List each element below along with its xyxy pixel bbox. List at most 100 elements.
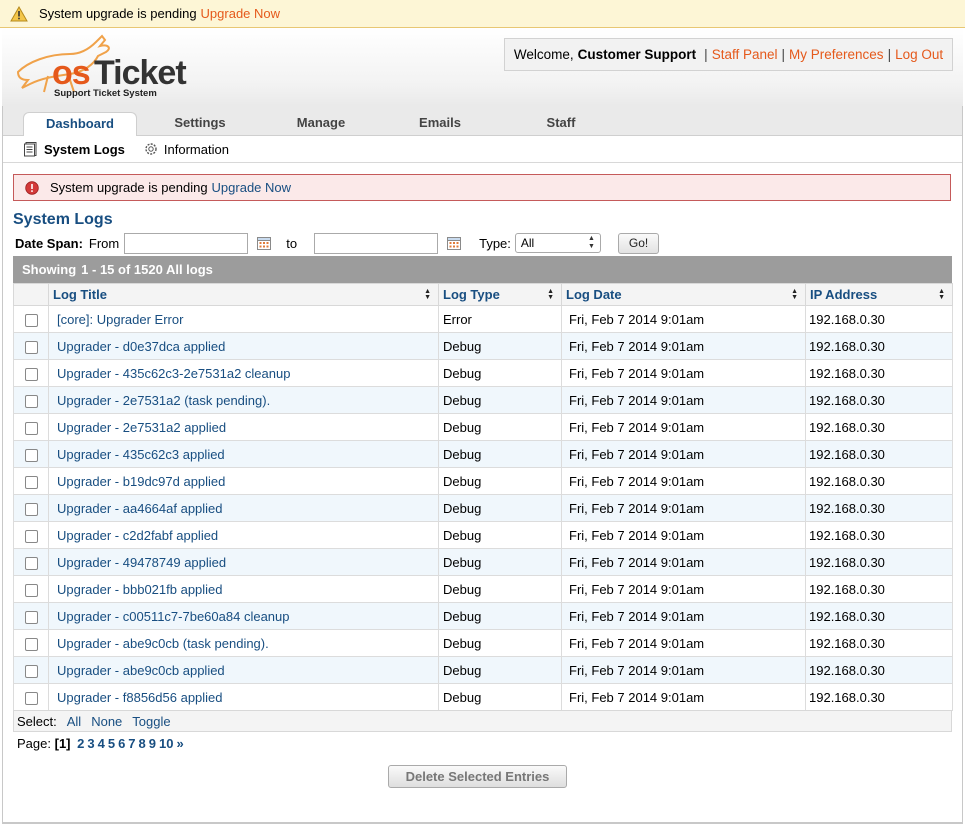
row-checkbox-cell xyxy=(13,602,49,630)
tab-emails[interactable]: Emails xyxy=(383,112,497,137)
row-checkbox[interactable] xyxy=(24,395,38,409)
column-header-log-type[interactable]: Log Type ▲ ▼ xyxy=(438,283,562,306)
from-date-input[interactable] xyxy=(124,232,249,254)
delete-selected-button[interactable]: Delete Selected Entries xyxy=(388,765,567,788)
page-link[interactable]: 8 xyxy=(139,736,146,751)
row-checkbox[interactable] xyxy=(24,557,38,571)
tab-manage[interactable]: Manage xyxy=(264,112,378,137)
ip-address-cell: 192.168.0.30 xyxy=(805,629,953,657)
row-checkbox[interactable] xyxy=(24,665,38,679)
welcome-box: Welcome, Customer Support | Staff Panel … xyxy=(504,38,953,71)
showing-bar: Showing 1 - 15 of 1520 All logs xyxy=(13,256,952,283)
log-type-cell: Debug xyxy=(438,440,562,468)
log-type-cell: Debug xyxy=(438,656,562,684)
log-title-link[interactable]: Upgrader - 2e7531a2 (task pending). xyxy=(57,393,270,408)
row-checkbox[interactable] xyxy=(24,530,38,544)
log-title-link[interactable]: Upgrader - 435c62c3-2e7531a2 cleanup xyxy=(57,366,290,381)
tab-dashboard[interactable]: Dashboard xyxy=(23,112,137,137)
row-checkbox[interactable] xyxy=(24,638,38,652)
page-link[interactable]: 7 xyxy=(128,736,135,751)
row-checkbox[interactable] xyxy=(24,341,38,355)
column-header-log-date[interactable]: Log Date ▲ ▼ xyxy=(561,283,806,306)
page-link[interactable]: 4 xyxy=(98,736,105,751)
select-controls: Select: All None Toggle xyxy=(13,710,952,732)
select-all-link[interactable]: All xyxy=(67,714,81,729)
top-upgrade-now-link[interactable]: Upgrade Now xyxy=(201,6,281,21)
column-header-ip-address[interactable]: IP Address ▲ ▼ xyxy=(805,283,953,306)
log-title-link[interactable]: Upgrader - d0e37dca applied xyxy=(57,339,225,354)
error-upgrade-now-link[interactable]: Upgrade Now xyxy=(212,180,292,195)
log-title-cell: Upgrader - c2d2fabf applied xyxy=(48,521,439,549)
page-link[interactable]: 2 xyxy=(77,736,84,751)
log-title-link[interactable]: Upgrader - abe9c0cb applied xyxy=(57,663,225,678)
log-title-link[interactable]: Upgrader - abe9c0cb (task pending). xyxy=(57,636,269,651)
subnav-system-logs[interactable]: System Logs xyxy=(23,141,125,157)
calendar-icon[interactable] xyxy=(256,235,272,251)
table-row: Upgrader - c00511c7-7be60a84 cleanup Debu… xyxy=(13,602,953,630)
page-link[interactable]: 9 xyxy=(149,736,156,751)
checkbox-column-header xyxy=(13,283,49,306)
table-row: Upgrader - 2e7531a2 applied Debug Fri, Feb… xyxy=(13,413,953,441)
row-checkbox-cell xyxy=(13,386,49,414)
log-date-cell: Fri, Feb 7 2014 9:01am xyxy=(561,359,806,387)
log-title-link[interactable]: [core]: Upgrader Error xyxy=(57,312,183,327)
page-link[interactable]: » xyxy=(176,736,183,751)
page-link[interactable]: 6 xyxy=(118,736,125,751)
go-button[interactable]: Go! xyxy=(617,232,660,254)
log-title-link[interactable]: Upgrader - b19dc97d applied xyxy=(57,474,225,489)
row-checkbox-cell xyxy=(13,656,49,684)
log-title-link[interactable]: Upgrader - c00511c7-7be60a84 cleanup xyxy=(57,609,289,624)
log-out-link[interactable]: Log Out xyxy=(895,47,943,62)
log-title-link[interactable]: Upgrader - bbb021fb applied xyxy=(57,582,223,597)
row-checkbox[interactable] xyxy=(24,449,38,463)
subnav-system-logs-label: System Logs xyxy=(44,141,125,157)
subnav-information[interactable]: Information xyxy=(143,141,229,157)
separator: | xyxy=(887,47,892,62)
showing-label: Showing xyxy=(22,262,77,277)
log-type-cell: Debug xyxy=(438,575,562,603)
page-link[interactable]: 10 xyxy=(159,736,173,751)
row-checkbox[interactable] xyxy=(24,422,38,436)
tab-staff[interactable]: Staff xyxy=(504,112,618,137)
error-banner-text: System upgrade is pending xyxy=(50,180,208,195)
select-none-link[interactable]: None xyxy=(91,714,122,729)
log-title-link[interactable]: Upgrader - aa4664af applied xyxy=(57,501,223,516)
tab-settings[interactable]: Settings xyxy=(143,112,257,137)
page-link[interactable]: 3 xyxy=(87,736,94,751)
log-title-link[interactable]: Upgrader - c2d2fabf applied xyxy=(57,528,218,543)
log-title-link[interactable]: Upgrader - 435c62c3 applied xyxy=(57,447,225,462)
log-date-cell: Fri, Feb 7 2014 9:01am xyxy=(561,629,806,657)
row-checkbox[interactable] xyxy=(24,611,38,625)
log-type-cell: Debug xyxy=(438,521,562,549)
row-checkbox[interactable] xyxy=(24,692,38,706)
log-type-cell: Debug xyxy=(438,548,562,576)
log-date-cell: Fri, Feb 7 2014 9:01am xyxy=(561,494,806,522)
select-toggle-link[interactable]: Toggle xyxy=(132,714,170,729)
row-checkbox[interactable] xyxy=(24,314,38,328)
table-row: [core]: Upgrader Error Error Fri, Feb 7 20… xyxy=(13,305,953,333)
log-title-link[interactable]: Upgrader - 49478749 applied xyxy=(57,555,226,570)
column-header-log-title[interactable]: Log Title ▲ ▼ xyxy=(48,283,439,306)
log-title-link[interactable]: Upgrader - f8856d56 applied xyxy=(57,690,223,705)
log-title-link[interactable]: Upgrader - 2e7531a2 applied xyxy=(57,420,226,435)
table-row: Upgrader - d0e37dca applied Debug Fri, Feb… xyxy=(13,332,953,360)
row-checkbox[interactable] xyxy=(24,584,38,598)
log-title-cell: Upgrader - c00511c7-7be60a84 cleanup xyxy=(48,602,439,630)
to-label: to xyxy=(286,235,298,251)
staff-panel-link[interactable]: Staff Panel xyxy=(712,47,778,62)
log-type-select[interactable]: All ▲ ▼ xyxy=(514,233,601,253)
to-date-input[interactable] xyxy=(314,232,439,254)
ip-address-cell: 192.168.0.30 xyxy=(805,521,953,549)
row-checkbox[interactable] xyxy=(24,503,38,517)
row-checkbox-cell xyxy=(13,305,49,333)
row-checkbox[interactable] xyxy=(24,476,38,490)
table-row: Upgrader - 435c62c3-2e7531a2 cleanup Debu… xyxy=(13,359,953,387)
page-link[interactable]: 5 xyxy=(108,736,115,751)
row-checkbox[interactable] xyxy=(24,368,38,382)
log-date-cell: Fri, Feb 7 2014 9:01am xyxy=(561,413,806,441)
calendar-icon[interactable] xyxy=(446,235,462,251)
osticket-logo[interactable]: os Ticket Support Ticket System xyxy=(8,32,188,100)
ip-address-cell: 192.168.0.30 xyxy=(805,656,953,684)
my-preferences-link[interactable]: My Preferences xyxy=(789,47,884,62)
log-type-cell: Debug xyxy=(438,467,562,495)
